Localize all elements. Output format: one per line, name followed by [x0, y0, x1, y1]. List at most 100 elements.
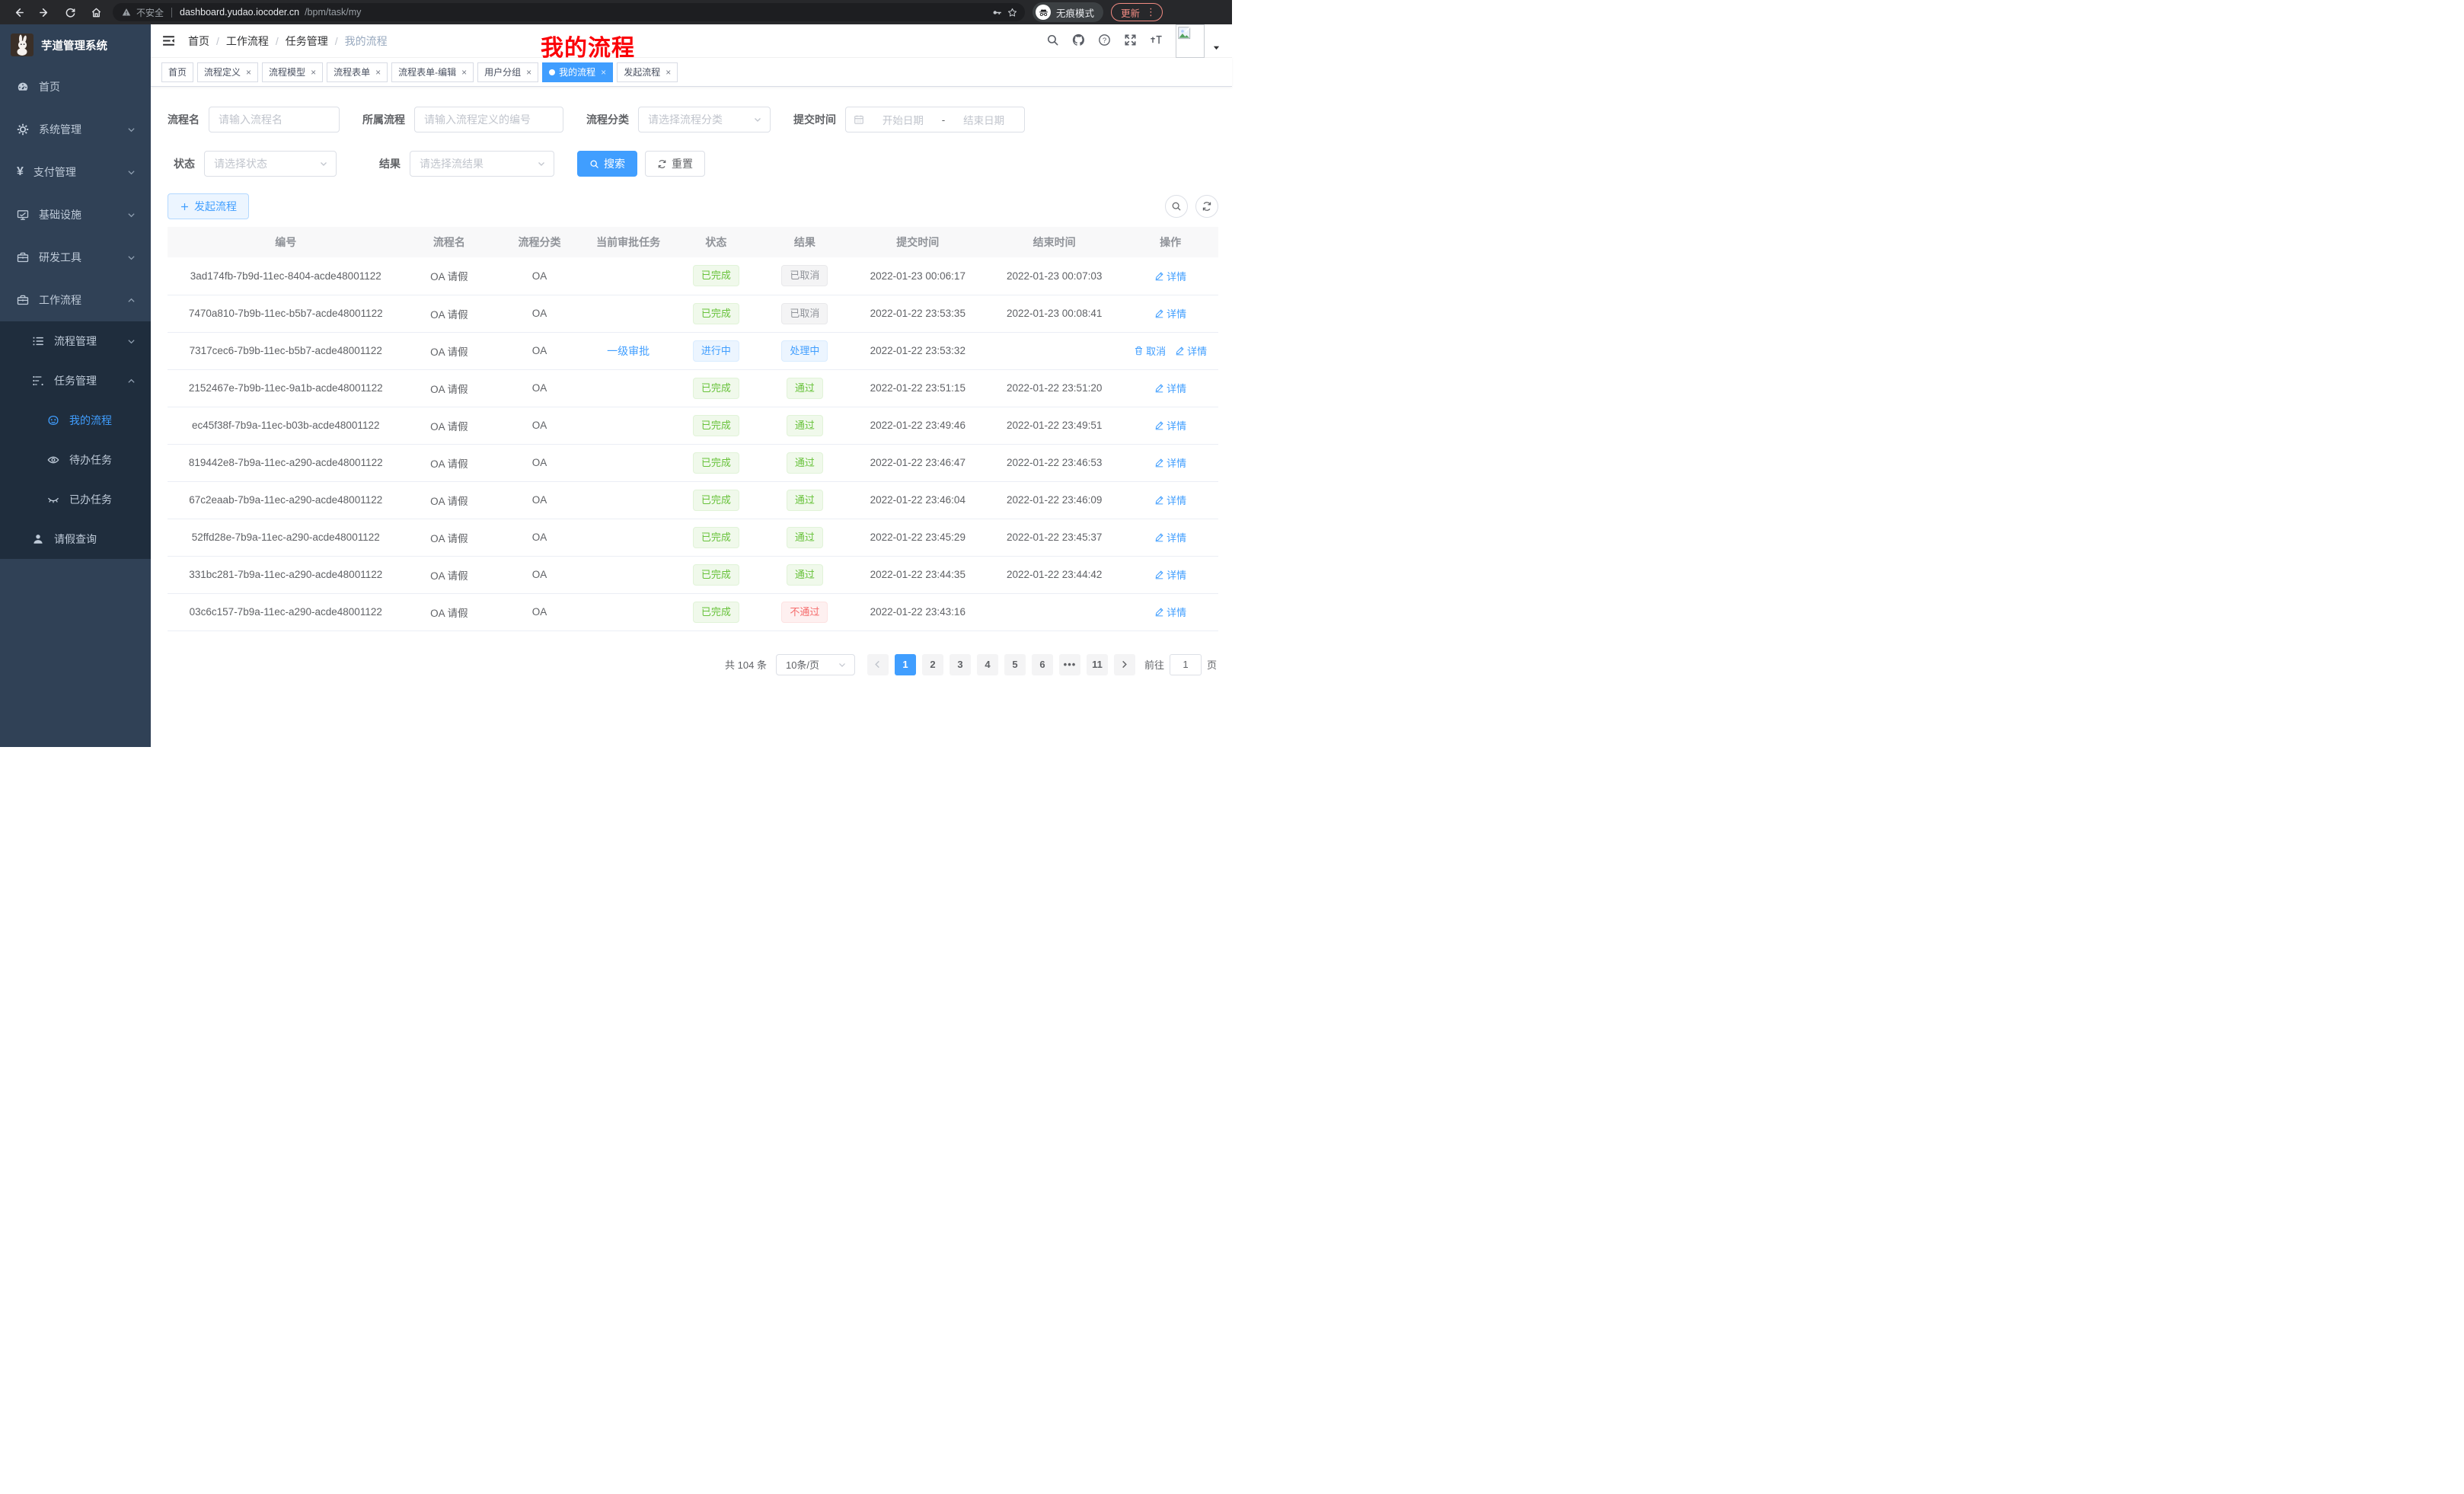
sidebar-item-infra[interactable]: 基础设施 — [0, 193, 151, 236]
sidebar-item-task-mgmt[interactable]: 任务管理 — [0, 361, 151, 401]
search-icon[interactable] — [1046, 34, 1059, 46]
cell-category: OA — [494, 519, 585, 556]
cell-task — [585, 295, 672, 332]
github-icon[interactable] — [1072, 34, 1085, 46]
start-date-placeholder[interactable]: 开始日期 — [870, 112, 936, 127]
close-icon[interactable]: × — [375, 67, 381, 78]
back-icon[interactable] — [9, 3, 27, 21]
sidebar-item-done-task[interactable]: 已办任务 — [0, 480, 151, 519]
sidebar-item-todo-task[interactable]: 待办任务 — [0, 440, 151, 480]
tab-label: 流程模型 — [269, 65, 305, 78]
action-detail[interactable]: 详情 — [1154, 381, 1186, 395]
edit-icon — [1154, 458, 1164, 468]
goto-page-input[interactable] — [1170, 654, 1202, 675]
sidebar-item-workflow[interactable]: 工作流程 — [0, 279, 151, 321]
font-size-icon[interactable] — [1150, 34, 1163, 46]
process-name-input[interactable] — [209, 107, 340, 132]
page-button-2[interactable]: 2 — [922, 654, 943, 675]
prev-page-button[interactable] — [867, 654, 889, 675]
action-detail[interactable]: 详情 — [1154, 530, 1186, 544]
more-pages-button[interactable]: ••• — [1059, 654, 1080, 675]
tab-流程表单[interactable]: 流程表单× — [327, 62, 388, 82]
close-icon[interactable]: × — [246, 67, 251, 78]
tab-流程模型[interactable]: 流程模型 × — [262, 62, 323, 82]
action-detail[interactable]: 详情 — [1154, 269, 1186, 283]
tab-首页[interactable]: 首页 — [161, 62, 193, 82]
action-detail[interactable]: 详情 — [1154, 567, 1186, 582]
result-badge: 通过 — [787, 452, 823, 474]
page-size-select[interactable]: 10条/页 — [776, 654, 855, 675]
sidebar-item-my-process[interactable]: 我的流程 — [0, 401, 151, 440]
action-detail[interactable]: 详情 — [1154, 493, 1186, 507]
breadcrumb-item[interactable]: 工作流程 — [226, 34, 269, 49]
result-select[interactable]: 请选择流结果 — [410, 151, 554, 177]
sidebar-item-label: 流程管理 — [54, 334, 97, 349]
tab-用户分组[interactable]: 用户分组× — [477, 62, 538, 82]
submit-time-range[interactable]: 开始日期 - 结束日期 — [845, 107, 1025, 132]
sidebar-item-leave-query[interactable]: 请假查询 — [0, 519, 151, 559]
close-icon[interactable]: × — [526, 67, 531, 78]
process-definition-input[interactable] — [414, 107, 563, 132]
tab-发起流程[interactable]: 发起流程× — [617, 62, 678, 82]
tab-我的流程[interactable]: 我的流程× — [542, 62, 613, 82]
cell-status: 已完成 — [672, 481, 760, 519]
sidebar-item-payment[interactable]: ¥支付管理 — [0, 151, 151, 193]
action-detail[interactable]: 详情 — [1154, 306, 1186, 321]
help-icon[interactable]: ? — [1098, 34, 1111, 46]
fullscreen-icon[interactable] — [1124, 34, 1137, 46]
url-bar[interactable]: 不安全 dashboard.yudao.iocoder.cn/bpm/task/… — [113, 3, 1025, 21]
close-icon[interactable]: × — [461, 67, 467, 78]
sidebar-item-process-mgmt[interactable]: 流程管理 — [0, 321, 151, 361]
action-detail[interactable]: 详情 — [1154, 605, 1186, 619]
column-header: 状态 — [672, 227, 760, 257]
filter-time-label: 提交时间 — [793, 112, 836, 127]
reset-button[interactable]: 重置 — [645, 151, 705, 177]
sidebar-item-home[interactable]: 首页 — [0, 65, 151, 108]
action-detail[interactable]: 详情 — [1154, 418, 1186, 433]
category-select[interactable]: 请选择流程分类 — [638, 107, 771, 132]
cell-submit-time: 2022-01-22 23:44:35 — [850, 556, 986, 593]
sidebar-item-system[interactable]: 系统管理 — [0, 108, 151, 151]
next-page-button[interactable] — [1114, 654, 1135, 675]
update-button[interactable]: 更新 ⋮ — [1111, 3, 1163, 21]
avatar[interactable] — [1176, 24, 1205, 58]
toolbar: 发起流程 — [168, 193, 1218, 219]
home-icon[interactable] — [87, 3, 105, 21]
key-icon[interactable] — [992, 8, 1002, 18]
page-button-5[interactable]: 5 — [1004, 654, 1026, 675]
plus-icon — [180, 202, 190, 212]
tab-流程表单-编辑[interactable]: 流程表单-编辑× — [391, 62, 474, 82]
collapse-menu-icon[interactable] — [161, 34, 176, 48]
refresh-table-button[interactable] — [1195, 195, 1218, 218]
page-button-6[interactable]: 6 — [1032, 654, 1053, 675]
page-button-1[interactable]: 1 — [895, 654, 916, 675]
caret-down-icon[interactable] — [1213, 44, 1220, 51]
create-process-button[interactable]: 发起流程 — [168, 193, 249, 219]
page-button-11[interactable]: 11 — [1087, 654, 1108, 675]
sidebar-item-devtools[interactable]: 研发工具 — [0, 236, 151, 279]
browser-menu-icon[interactable]: ⋮ — [1146, 6, 1156, 18]
security-label[interactable]: 不安全 — [136, 6, 164, 19]
result-badge: 通过 — [787, 415, 823, 436]
close-icon[interactable]: × — [665, 67, 671, 78]
tab-流程定义[interactable]: 流程定义× — [197, 62, 258, 82]
reload-icon[interactable] — [61, 3, 79, 21]
close-icon[interactable]: × — [311, 67, 316, 78]
status-select[interactable]: 请选择状态 — [204, 151, 337, 177]
logo[interactable]: 芋道管理系统 — [0, 24, 151, 65]
forward-icon[interactable] — [35, 3, 53, 21]
page-button-3[interactable]: 3 — [950, 654, 971, 675]
breadcrumb-item[interactable]: 任务管理 — [286, 34, 328, 49]
close-icon[interactable]: × — [601, 67, 606, 78]
action-cancel[interactable]: 取消 — [1134, 343, 1166, 358]
action-detail[interactable]: 详情 — [1175, 343, 1207, 358]
task-link[interactable]: 一级审批 — [607, 345, 650, 357]
action-detail[interactable]: 详情 — [1154, 455, 1186, 470]
breadcrumb-item[interactable]: 首页 — [188, 34, 209, 49]
search-button[interactable]: 搜索 — [577, 151, 637, 177]
bookmark-star-icon[interactable] — [1007, 8, 1017, 18]
result-badge: 已取消 — [781, 265, 828, 286]
show-search-button[interactable] — [1165, 195, 1188, 218]
page-button-4[interactable]: 4 — [977, 654, 998, 675]
end-date-placeholder[interactable]: 结束日期 — [951, 112, 1017, 127]
